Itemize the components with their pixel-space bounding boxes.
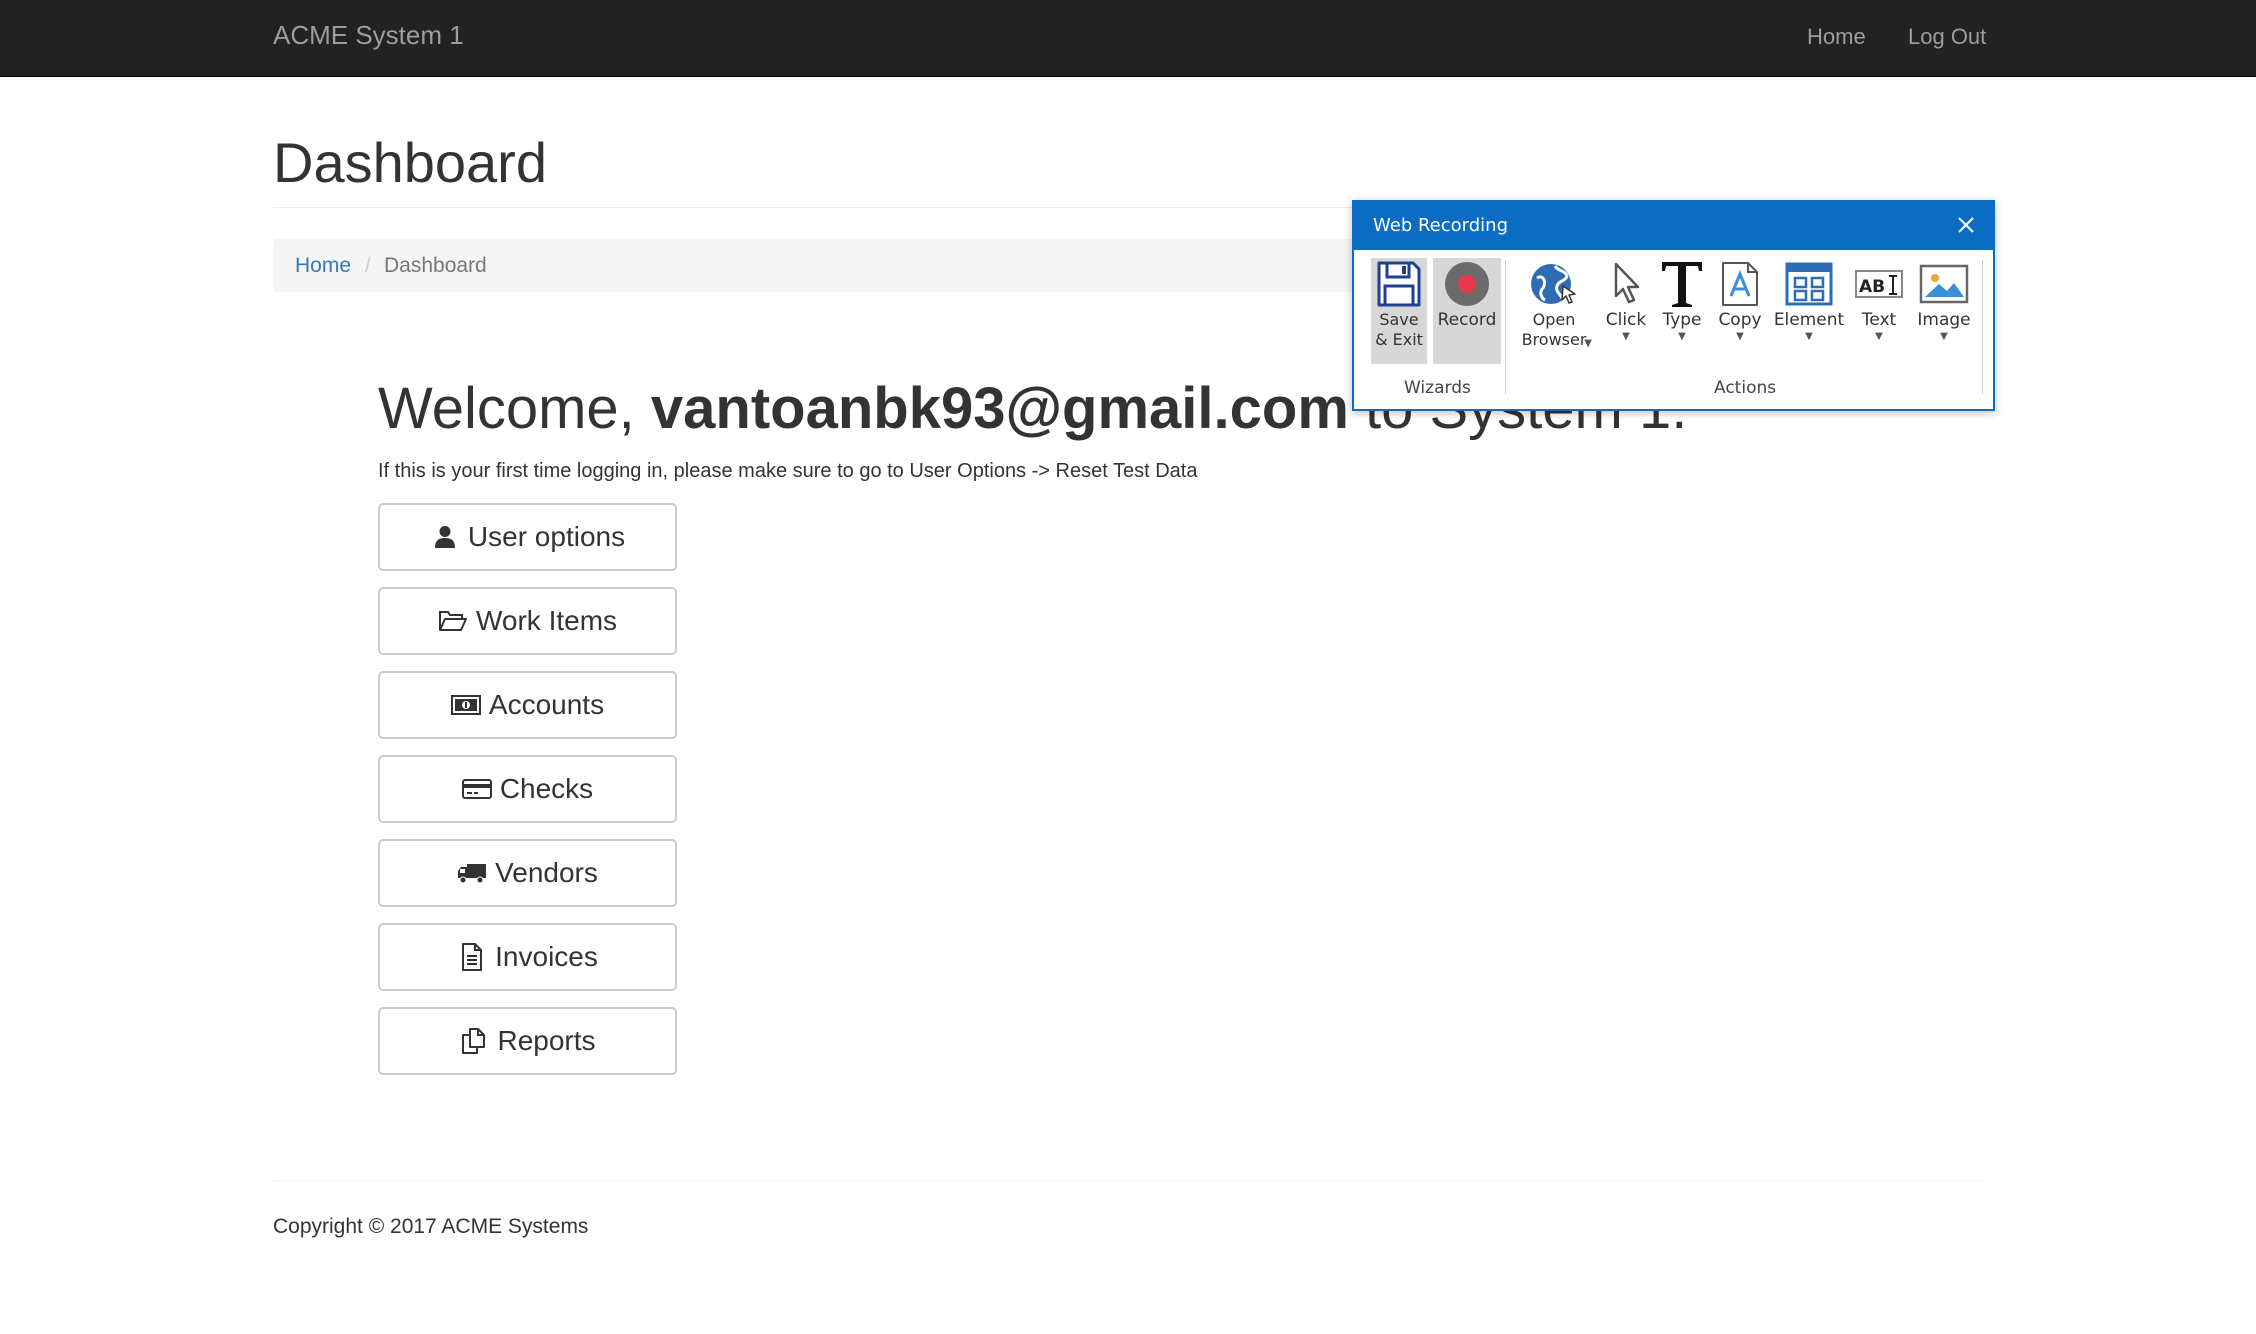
- element-label: Element: [1773, 310, 1845, 330]
- element-icon: [1783, 258, 1835, 310]
- file-text-icon: [457, 942, 487, 972]
- chevron-down-icon: ▼: [1805, 331, 1813, 342]
- text-field-icon: AB: [1853, 258, 1905, 310]
- element-button[interactable]: Element ▼: [1774, 258, 1844, 343]
- image-button[interactable]: Image ▼: [1912, 258, 1976, 343]
- record-icon: [1441, 258, 1493, 310]
- image-label: Image: [1917, 310, 1971, 330]
- work-items-button[interactable]: Work Items: [378, 587, 677, 655]
- accounts-button[interactable]: Accounts: [378, 671, 677, 739]
- breadcrumb-current: Dashboard: [384, 254, 487, 277]
- breadcrumb-separator: /: [365, 254, 371, 277]
- globe-icon: [1528, 258, 1580, 310]
- save-exit-label: Save & Exit: [1375, 310, 1423, 349]
- vendors-button[interactable]: Vendors: [378, 839, 677, 907]
- record-button[interactable]: Record: [1433, 258, 1501, 364]
- open-browser-button[interactable]: Open Browser ▼: [1512, 258, 1596, 350]
- breadcrumb-home-link[interactable]: Home: [295, 254, 351, 278]
- actions-group-label: Actions: [1714, 378, 1777, 398]
- top-navbar: ACME System 1 Home Log Out: [0, 0, 2256, 77]
- checks-label: Checks: [499, 773, 594, 804]
- group-divider: [1982, 260, 1983, 394]
- image-icon: [1918, 258, 1970, 310]
- type-icon: [1656, 258, 1708, 310]
- click-button[interactable]: Click ▼: [1599, 258, 1653, 343]
- floppy-disk-icon: [1373, 258, 1425, 310]
- user-options-label: User options: [467, 521, 626, 552]
- chevron-down-icon: ▼: [1622, 331, 1630, 342]
- brand-link[interactable]: ACME System 1: [273, 20, 464, 51]
- cursor-icon: [1600, 258, 1652, 310]
- copy-document-icon: [1714, 258, 1766, 310]
- group-divider: [1505, 260, 1506, 394]
- checks-button[interactable]: Checks: [378, 755, 677, 823]
- save-exit-button[interactable]: Save & Exit: [1371, 258, 1427, 364]
- copy-icon: [459, 1026, 489, 1056]
- credit-card-icon: [461, 774, 492, 804]
- invoices-label: Invoices: [495, 941, 598, 972]
- web-recording-panel: Web Recording Save & Exit Record Open Br…: [1352, 200, 1995, 411]
- copy-label: Copy: [1718, 310, 1762, 330]
- web-recording-titlebar[interactable]: Web Recording: [1354, 202, 1993, 250]
- reports-label: Reports: [497, 1025, 596, 1056]
- chevron-down-icon: ▼: [1736, 331, 1744, 342]
- text-button[interactable]: AB Text ▼: [1850, 258, 1908, 343]
- page-title: Dashboard: [273, 131, 547, 194]
- truck-icon: [457, 858, 487, 888]
- svg-text:AB: AB: [1859, 277, 1885, 297]
- record-label: Record: [1437, 310, 1497, 330]
- invoices-button[interactable]: Invoices: [378, 923, 677, 991]
- type-button[interactable]: Type ▼: [1657, 258, 1707, 343]
- money-icon: [450, 690, 481, 720]
- user-options-button[interactable]: User options: [378, 503, 677, 571]
- user-icon: [430, 522, 460, 552]
- nav-home-link[interactable]: Home: [1807, 24, 1866, 50]
- chevron-down-icon: ▼: [1678, 331, 1686, 342]
- nav-logout-link[interactable]: Log Out: [1908, 24, 1986, 50]
- chevron-down-icon: ▼: [1875, 331, 1883, 342]
- chevron-down-icon: ▼: [1940, 331, 1948, 342]
- close-icon[interactable]: [1953, 212, 1979, 238]
- reports-button[interactable]: Reports: [378, 1007, 677, 1075]
- welcome-prefix: Welcome,: [378, 376, 651, 441]
- type-label: Type: [1662, 310, 1702, 330]
- wizards-group-label: Wizards: [1404, 378, 1471, 398]
- welcome-user: vantoanbk93@gmail.com: [650, 376, 1349, 441]
- work-items-label: Work Items: [475, 605, 618, 636]
- vendors-label: Vendors: [495, 857, 598, 888]
- intro-text: If this is your first time logging in, p…: [378, 460, 1198, 482]
- folder-open-icon: [438, 606, 468, 636]
- open-browser-label: Open Browser: [1521, 310, 1587, 349]
- chevron-down-icon: ▼: [1584, 338, 1592, 349]
- click-label: Click: [1605, 310, 1647, 330]
- footer-divider: [273, 1180, 1985, 1181]
- accounts-label: Accounts: [488, 689, 605, 720]
- copy-button[interactable]: Copy ▼: [1712, 258, 1768, 343]
- copyright-text: Copyright © 2017 ACME Systems: [273, 1215, 589, 1238]
- text-label: Text: [1861, 310, 1897, 330]
- web-recording-title: Web Recording: [1373, 215, 1508, 236]
